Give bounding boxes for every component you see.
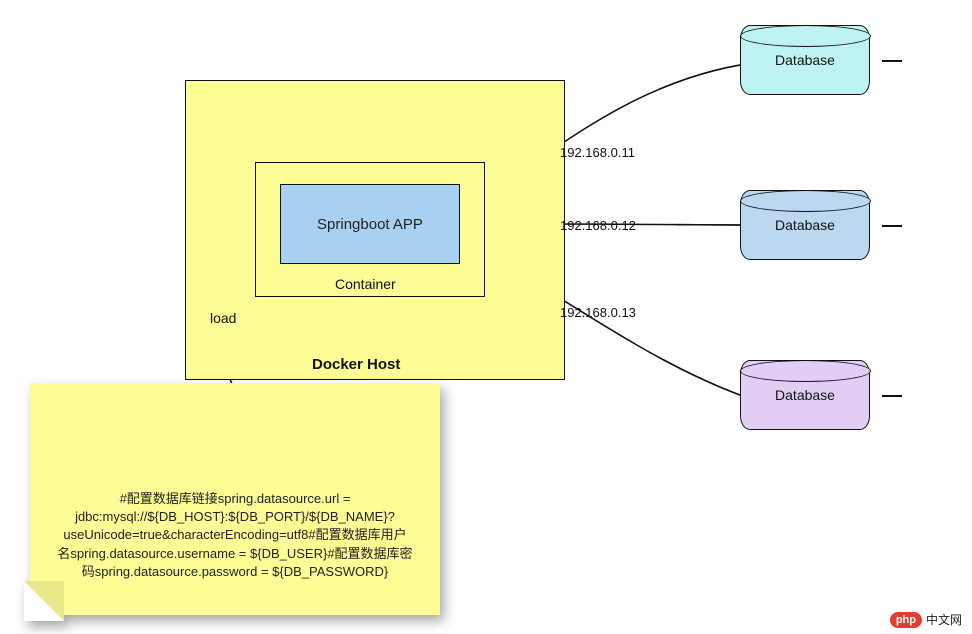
- config-line-3: useUnicode=true&characterEncoding=utf8#配…: [45, 526, 425, 544]
- load-edge-label: load: [210, 310, 236, 326]
- database-3: Database: [740, 360, 870, 430]
- app-label: Springboot APP: [317, 216, 423, 233]
- database-1-label: Database: [775, 52, 835, 68]
- watermark-text: 中文网: [926, 611, 962, 628]
- db3-connector-tick: [882, 395, 902, 397]
- note-fold-icon: [24, 581, 64, 621]
- docker-host-label: Docker Host: [312, 356, 400, 373]
- db1-connector-tick: [882, 60, 902, 62]
- db2-connector-tick: [882, 225, 902, 227]
- ip-label-2: 192.168.0.12: [560, 218, 636, 233]
- config-note-text: #配置数据库链接spring.datasource.url = jdbc:mys…: [45, 490, 425, 581]
- ip-label-1: 192.168.0.11: [560, 145, 635, 160]
- config-line-5: 码spring.datasource.password = ${DB_PASSW…: [45, 563, 425, 581]
- database-2: Database: [740, 190, 870, 260]
- ip-label-3: 192.168.0.13: [560, 305, 636, 320]
- config-line-1: #配置数据库链接spring.datasource.url =: [45, 490, 425, 508]
- watermark: php 中文网: [890, 611, 962, 628]
- config-line-4: 名spring.datasource.username = ${DB_USER}…: [45, 545, 425, 563]
- database-3-label: Database: [775, 387, 835, 403]
- springboot-app-box: Springboot APP: [280, 184, 460, 264]
- container-label: Container: [335, 276, 396, 292]
- config-line-2: jdbc:mysql://${DB_HOST}:${DB_PORT}/${DB_…: [45, 508, 425, 526]
- watermark-badge: php: [890, 612, 922, 628]
- database-1: Database: [740, 25, 870, 95]
- database-2-label: Database: [775, 217, 835, 233]
